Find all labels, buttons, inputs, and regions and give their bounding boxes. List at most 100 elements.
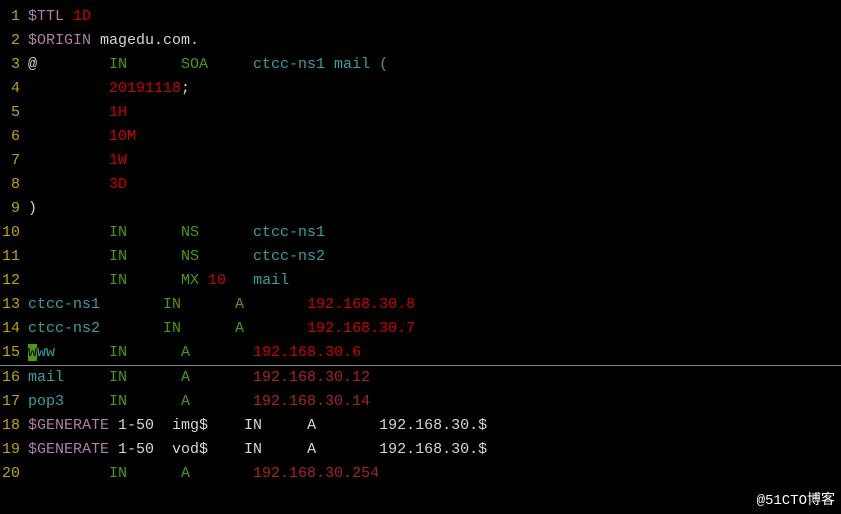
code-token: w [28, 344, 37, 361]
line-number: 12 [0, 269, 28, 293]
line-content[interactable]: IN NS ctcc-ns1 [28, 221, 841, 245]
code-line[interactable]: 17pop3 IN A 192.168.30.14 [0, 390, 841, 414]
code-token: IN [109, 56, 181, 73]
code-token: ctcc-ns2 [253, 248, 325, 265]
line-content[interactable]: $GENERATE 1-50 vod$ IN A 192.168.30.$ [28, 438, 841, 462]
code-token: magedu.com. [100, 32, 199, 49]
code-line[interactable]: 9) [0, 197, 841, 221]
code-line[interactable]: 1$TTL 1D [0, 5, 841, 29]
code-token [28, 248, 109, 265]
line-content[interactable]: IN A 192.168.30.254 [28, 462, 841, 486]
code-token: ctcc-ns1 [253, 224, 325, 241]
code-token: 1W [109, 152, 127, 169]
code-token: IN [244, 441, 307, 458]
code-token [28, 176, 109, 193]
code-token: A [307, 441, 379, 458]
line-number: 17 [0, 390, 28, 414]
code-token: IN [109, 465, 181, 482]
code-token [28, 128, 109, 145]
line-number: 6 [0, 125, 28, 149]
code-line[interactable]: 7 1W [0, 149, 841, 173]
line-number: 3 [0, 53, 28, 77]
code-token: 20191118 [109, 80, 181, 97]
line-content[interactable]: 10M [28, 125, 841, 149]
code-token: 192.168.30.8 [307, 296, 415, 313]
code-token: 10 [208, 272, 253, 289]
code-line[interactable]: 4 20191118; [0, 77, 841, 101]
code-token: 192.168.30.254 [253, 465, 379, 482]
code-line[interactable]: 18$GENERATE 1-50 img$ IN A 192.168.30.$ [0, 414, 841, 438]
code-token: vod$ [172, 441, 244, 458]
code-line[interactable]: 20 IN A 192.168.30.254 [0, 462, 841, 486]
code-token: IN [163, 296, 235, 313]
line-number: 13 [0, 293, 28, 317]
code-token: 192.168.30.12 [253, 369, 370, 386]
line-content[interactable]: 1H [28, 101, 841, 125]
line-number: 14 [0, 317, 28, 341]
code-editor[interactable]: 1$TTL 1D2$ORIGIN magedu.com.3@ IN SOA ct… [0, 0, 841, 491]
code-token [28, 152, 109, 169]
line-content[interactable]: IN NS ctcc-ns2 [28, 245, 841, 269]
line-content[interactable]: pop3 IN A 192.168.30.14 [28, 390, 841, 414]
code-line[interactable]: 12 IN MX 10 mail [0, 269, 841, 293]
line-content[interactable]: www IN A 192.168.30.6 [28, 341, 841, 365]
code-token: IN [109, 224, 181, 241]
code-token: 1D [73, 8, 91, 25]
code-token: $GENERATE [28, 417, 118, 434]
code-line[interactable]: 15www IN A 192.168.30.6 [0, 341, 841, 366]
code-line[interactable]: 8 3D [0, 173, 841, 197]
code-token: 192.168.30.$ [379, 441, 487, 458]
line-content[interactable]: $ORIGIN magedu.com. [28, 29, 841, 53]
line-number: 2 [0, 29, 28, 53]
line-content[interactable]: $TTL 1D [28, 5, 841, 29]
code-token: A [307, 417, 379, 434]
code-line[interactable]: 3@ IN SOA ctcc-ns1 mail ( [0, 53, 841, 77]
line-content[interactable]: ctcc-ns1 IN A 192.168.30.8 [28, 293, 841, 317]
line-content[interactable]: ) [28, 197, 841, 221]
line-number: 5 [0, 101, 28, 125]
line-content[interactable]: 1W [28, 149, 841, 173]
code-token: A [235, 296, 307, 313]
line-number: 15 [0, 341, 28, 365]
code-line[interactable]: 14ctcc-ns2 IN A 192.168.30.7 [0, 317, 841, 341]
code-line[interactable]: 6 10M [0, 125, 841, 149]
line-content[interactable]: @ IN SOA ctcc-ns1 mail ( [28, 53, 841, 77]
code-line[interactable]: 13ctcc-ns1 IN A 192.168.30.8 [0, 293, 841, 317]
code-token: mail [28, 369, 109, 386]
code-token: $ORIGIN [28, 32, 100, 49]
line-content[interactable]: 3D [28, 173, 841, 197]
code-token: 192.168.30.6 [253, 344, 361, 361]
code-token: $TTL [28, 8, 73, 25]
code-token: IN [109, 248, 181, 265]
code-token: IN [163, 320, 235, 337]
code-token: 1-50 [118, 417, 172, 434]
code-token [28, 224, 109, 241]
line-number: 10 [0, 221, 28, 245]
code-line[interactable]: 5 1H [0, 101, 841, 125]
code-token: mail [253, 272, 289, 289]
code-token: ctcc-ns1 [28, 296, 163, 313]
code-token: img$ [172, 417, 244, 434]
line-content[interactable]: $GENERATE 1-50 img$ IN A 192.168.30.$ [28, 414, 841, 438]
code-token: IN [244, 417, 307, 434]
code-line[interactable]: 2$ORIGIN magedu.com. [0, 29, 841, 53]
line-content[interactable]: mail IN A 192.168.30.12 [28, 366, 841, 390]
code-line[interactable]: 16mail IN A 192.168.30.12 [0, 366, 841, 390]
line-number: 7 [0, 149, 28, 173]
line-number: 4 [0, 77, 28, 101]
code-token: A [181, 393, 253, 410]
line-content[interactable]: 20191118; [28, 77, 841, 101]
code-token: 3D [109, 176, 127, 193]
line-content[interactable]: IN MX 10 mail [28, 269, 841, 293]
code-token: @ [28, 56, 109, 73]
line-content[interactable]: ctcc-ns2 IN A 192.168.30.7 [28, 317, 841, 341]
code-token: IN [109, 344, 181, 361]
code-token: ctcc-ns1 mail ( [253, 56, 388, 73]
code-token: MX [181, 272, 208, 289]
code-token: pop3 [28, 393, 109, 410]
code-line[interactable]: 19$GENERATE 1-50 vod$ IN A 192.168.30.$ [0, 438, 841, 462]
code-token: A [181, 465, 253, 482]
line-number: 19 [0, 438, 28, 462]
code-line[interactable]: 10 IN NS ctcc-ns1 [0, 221, 841, 245]
code-line[interactable]: 11 IN NS ctcc-ns2 [0, 245, 841, 269]
